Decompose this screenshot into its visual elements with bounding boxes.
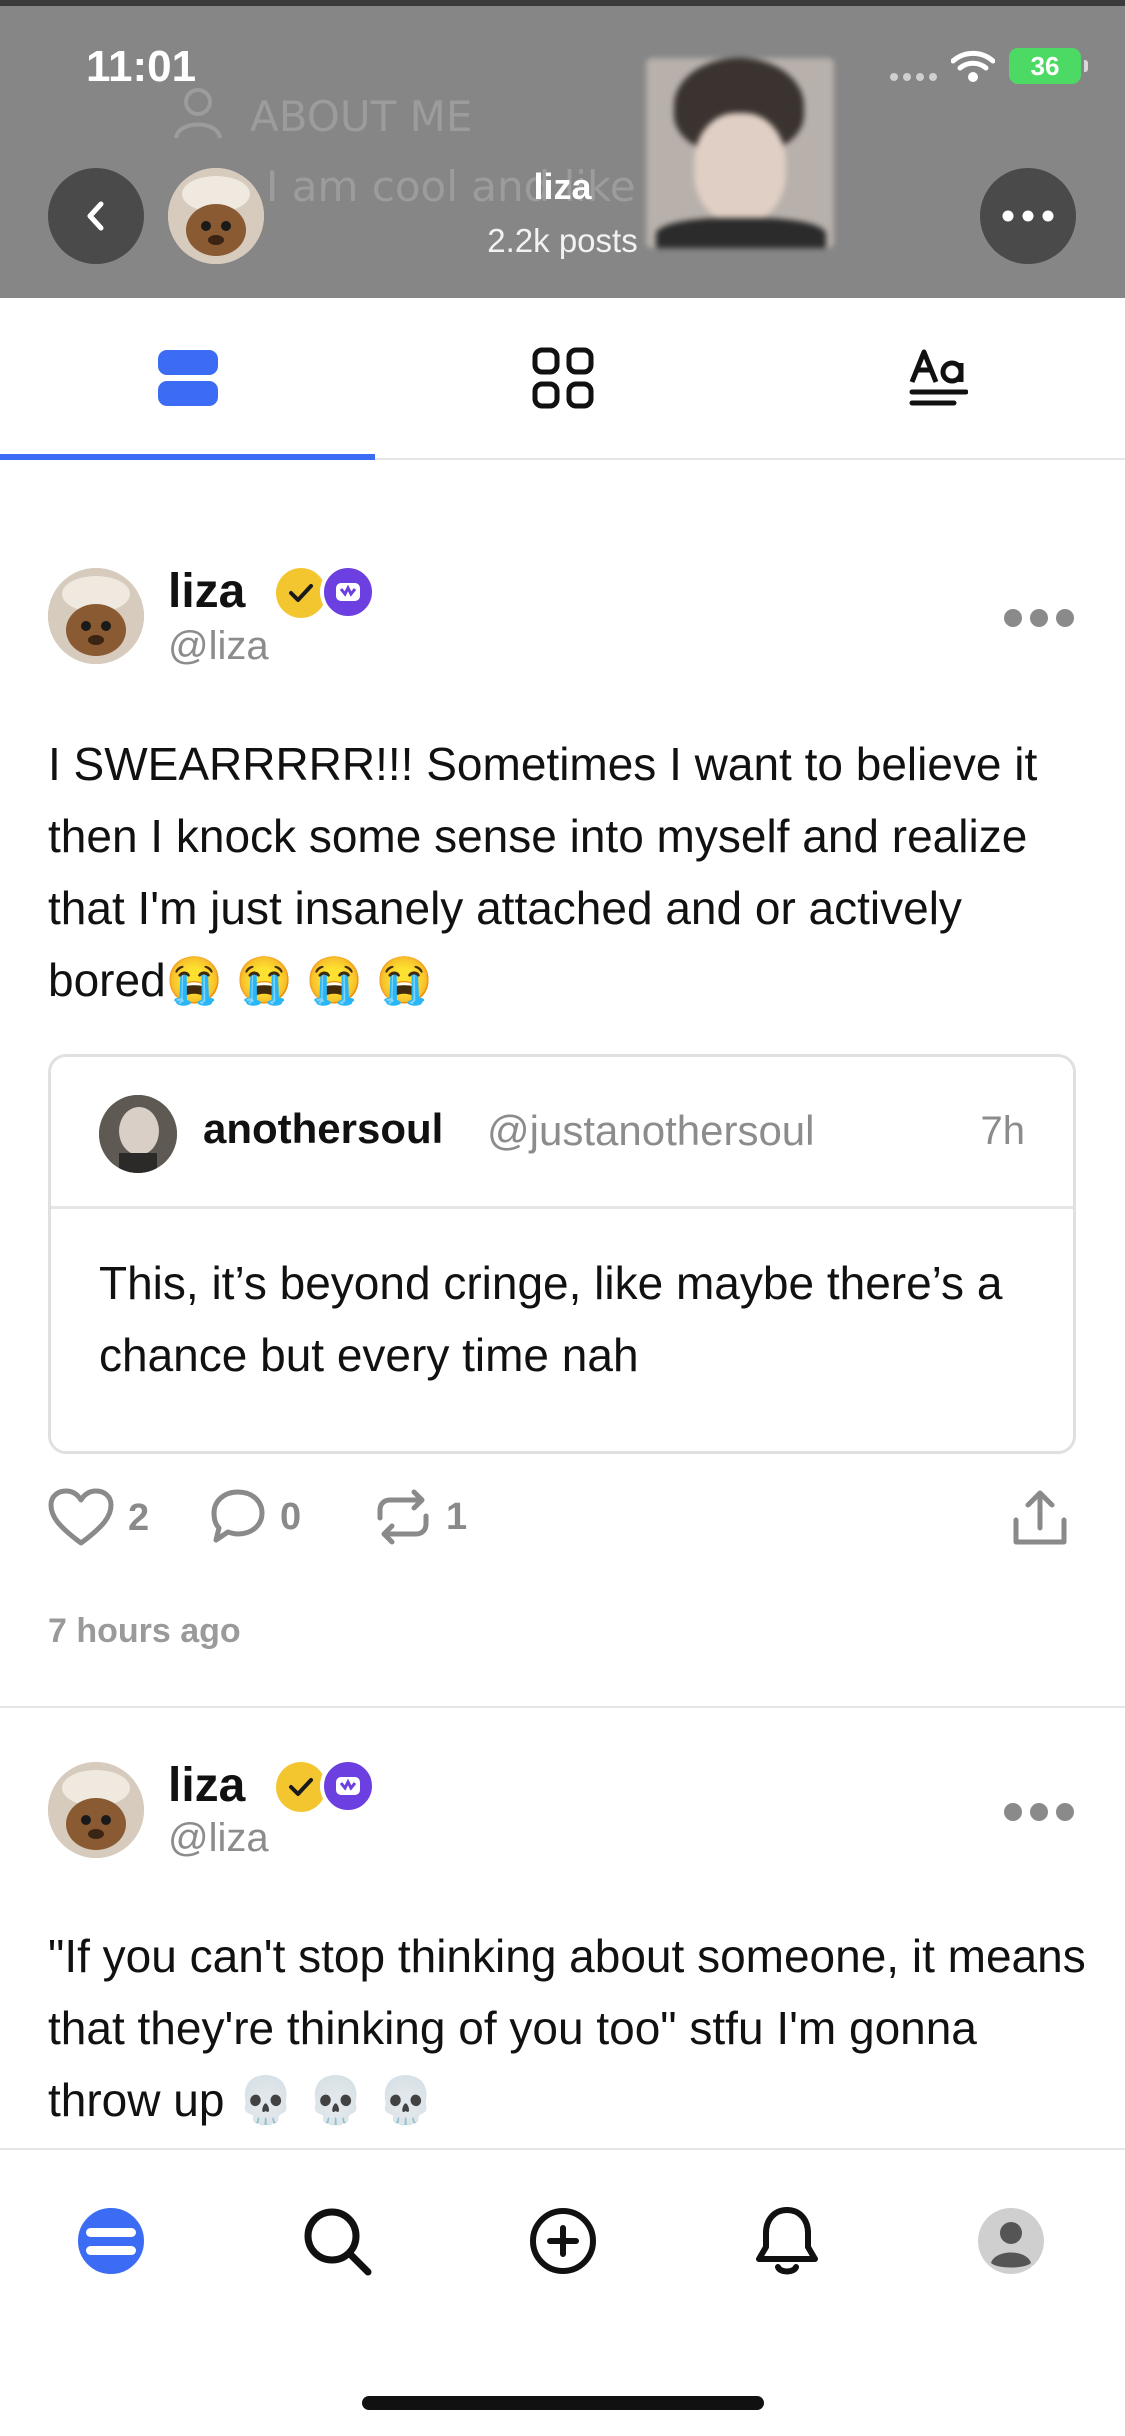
quoted-author-handle[interactable]: @justanothersoul [487,1107,815,1155]
avatar-image [99,1095,177,1173]
post-timestamp: 7 hours ago [48,1612,241,1650]
nav-search[interactable] [292,2196,382,2286]
comment-button[interactable]: 0 [210,1488,301,1546]
tab-media[interactable] [375,298,750,458]
author-name[interactable]: liza [168,1758,245,1813]
nav-create[interactable] [518,2196,608,2286]
text-view-icon [909,349,968,406]
profile-icon [978,2208,1044,2274]
about-me-label: ABOUT ME [250,92,473,141]
comment-count: 0 [280,1495,302,1538]
post-text: "If you can't stop thinking about someon… [48,1930,1086,2126]
comment-icon [211,1489,265,1543]
author-name[interactable]: liza [168,564,245,619]
quoted-avatar[interactable] [99,1095,177,1173]
share-icon [1013,1490,1067,1545]
post-text: I SWEARRRRR!!! Sometimes I want to belie… [48,738,1038,1006]
tab-text[interactable] [750,298,1125,458]
home-indicator[interactable] [362,2396,764,2410]
quoted-post-text: This, it’s beyond cringe, like maybe the… [99,1257,1003,1381]
more-horizontal-icon [1002,210,1054,222]
home-icon [78,2208,144,2274]
wifi-icon [951,50,995,82]
status-time: 11:01 [86,42,197,91]
like-button[interactable]: 2 [48,1488,149,1548]
premium-badge-icon [320,564,376,620]
quoted-author-name[interactable]: anothersoul [203,1105,443,1153]
avatar[interactable] [48,1762,144,1858]
premium-badge-icon [320,1758,376,1814]
battery-indicator: 36 [1009,48,1088,84]
nav-notifications[interactable] [742,2196,832,2286]
post-actions: 2 0 1 [48,1488,1076,1562]
nav-profile[interactable] [966,2196,1056,2286]
quoted-post[interactable]: anothersoul @justanothersoul 7h This, it… [48,1054,1076,1454]
grid-view-icon [532,347,593,409]
like-count: 2 [128,1496,150,1539]
nav-home[interactable] [66,2196,156,2286]
repost-icon [377,1489,429,1545]
banner-edge [0,0,1125,6]
bottom-navigation [0,2148,1125,2436]
share-button[interactable] [1010,1488,1070,1548]
profile-name: liza [533,166,592,207]
cellular-signal-icon [890,51,937,81]
avatar-image [48,1762,144,1858]
post-more-icon[interactable] [1004,1800,1074,1824]
more-options-button[interactable] [980,168,1076,264]
author-handle[interactable]: @liza [168,1816,269,1861]
notifications-icon [756,2207,818,2275]
author-handle[interactable]: @liza [168,624,269,669]
avatar[interactable] [48,568,144,664]
heart-icon [48,1488,114,1546]
posts-count: 2.2k posts [487,222,638,259]
search-icon [304,2208,372,2276]
list-view-icon [157,350,218,406]
verified-badge-icon [276,568,326,618]
create-post-icon [530,2208,596,2274]
quoted-post-header: anothersoul @justanothersoul 7h [51,1057,1073,1209]
banner-photo [646,58,834,248]
post-more-icon[interactable] [1004,606,1074,630]
status-icons: 36 [890,48,1088,84]
profile-banner: ABOUT ME I am cool and like 11:01 36 liz… [0,0,1125,298]
avatar-image [48,568,144,664]
post-divider [0,1706,1125,1708]
repost-button[interactable]: 1 [374,1488,467,1546]
verified-badge-icon [276,1762,326,1812]
battery-level: 36 [1030,50,1060,81]
quoted-post-time: 7h [980,1109,1026,1153]
tab-posts[interactable] [0,298,375,460]
profile-tabs [0,298,1125,460]
repost-count: 1 [446,1495,468,1538]
